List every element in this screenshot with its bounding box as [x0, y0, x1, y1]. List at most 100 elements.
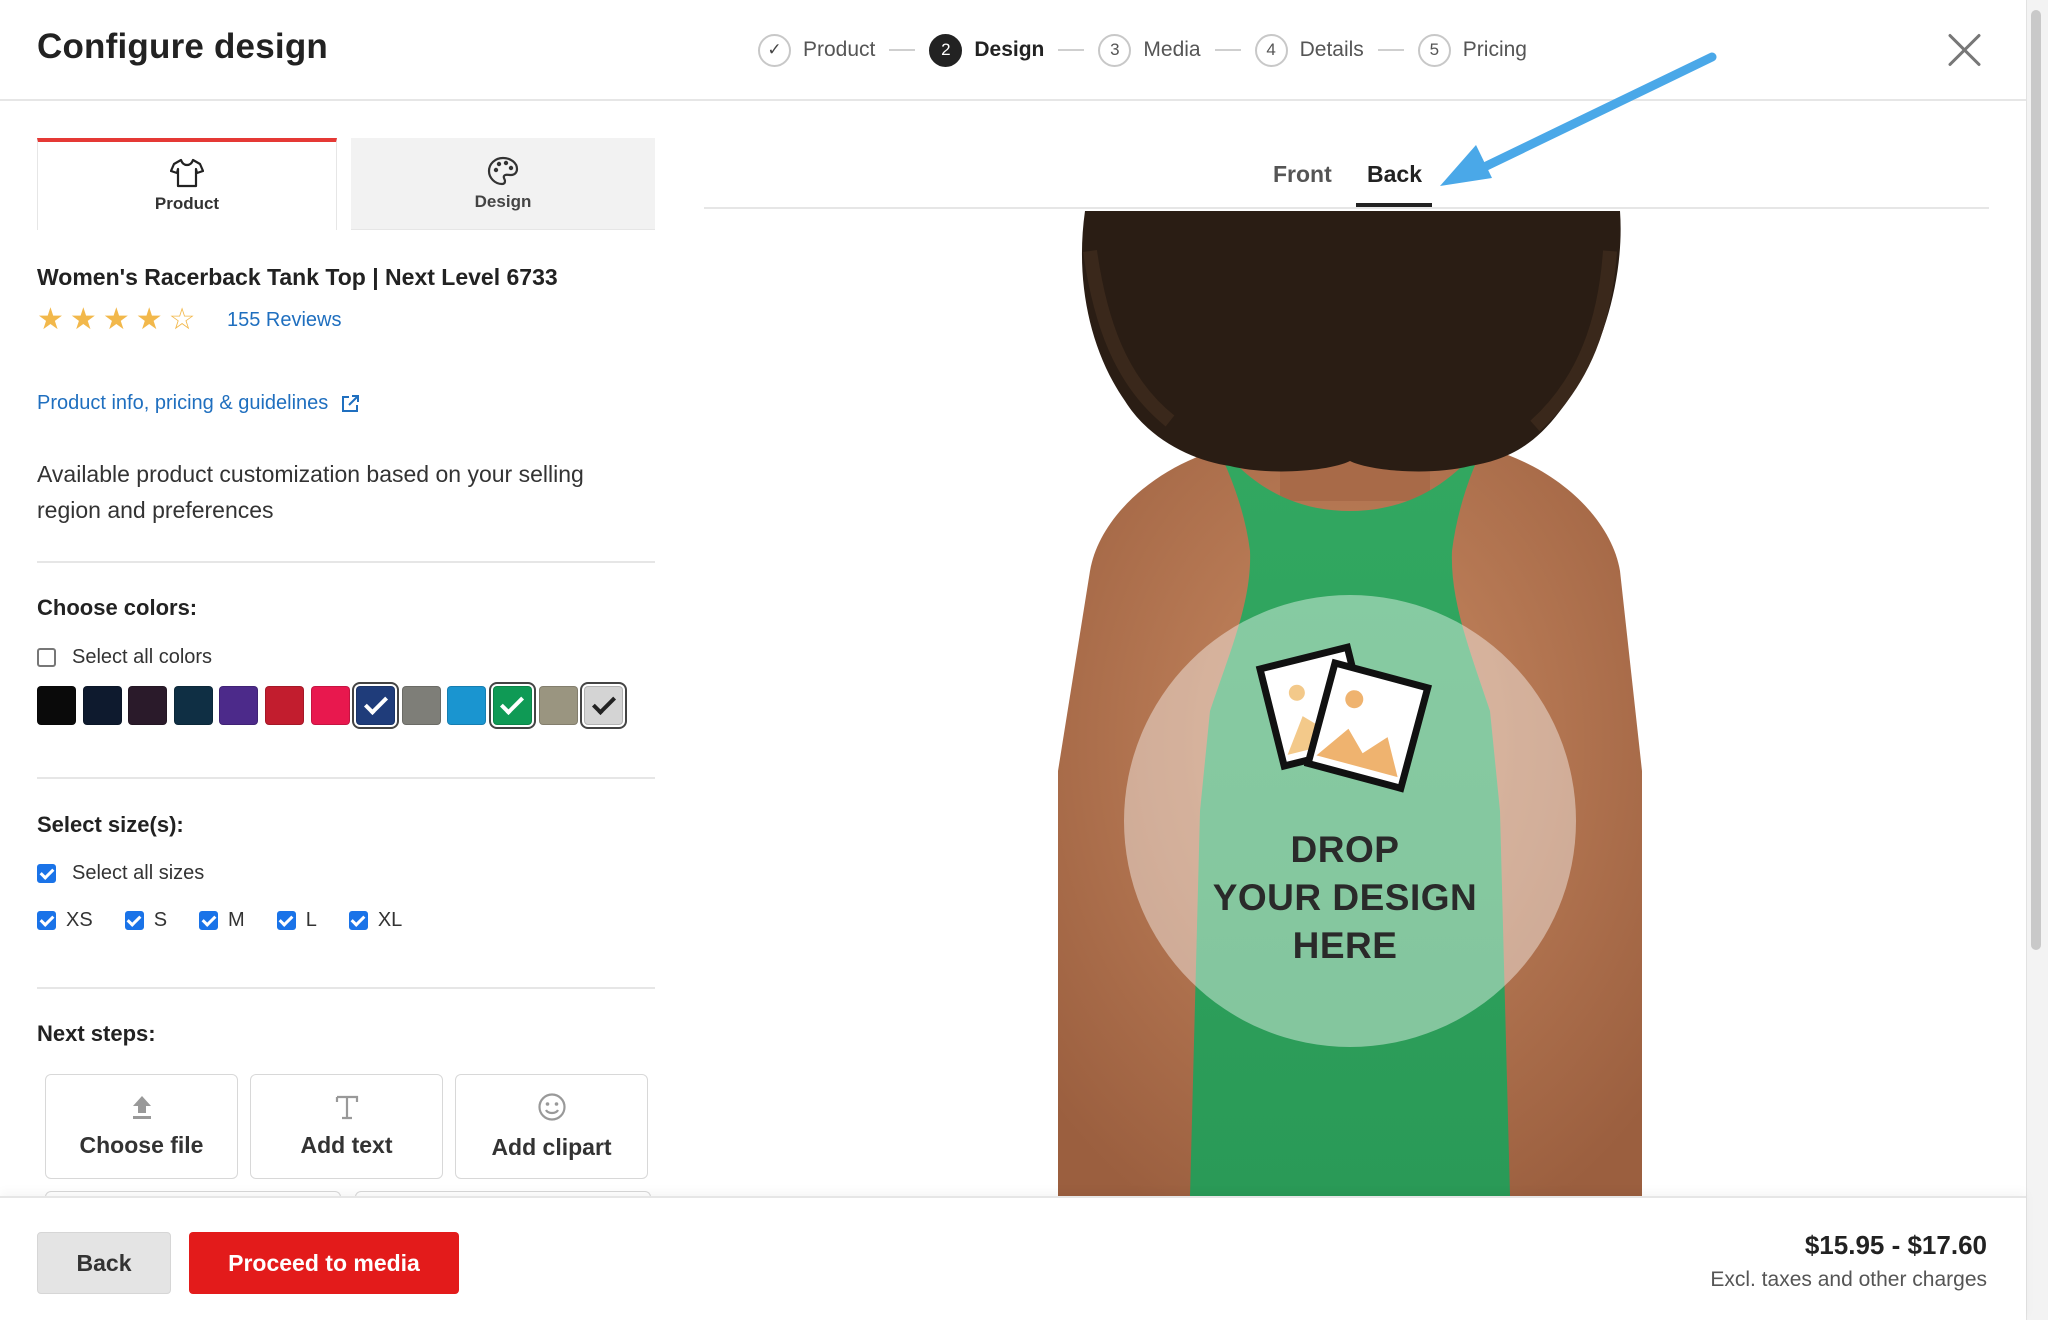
tab-back[interactable]: Back: [1367, 161, 1422, 188]
close-icon[interactable]: [1946, 32, 1982, 68]
divider: [37, 561, 655, 563]
step-check-icon: ✓: [758, 33, 791, 67]
color-swatch-selected[interactable]: [356, 686, 396, 725]
tab-front[interactable]: Front: [1273, 161, 1332, 188]
select-all-sizes[interactable]: Select all sizes: [37, 862, 204, 885]
size-checkbox[interactable]: [37, 911, 56, 930]
divider: [37, 777, 655, 779]
add-clipart-button[interactable]: Add clipart: [455, 1074, 648, 1179]
step-label: Design: [974, 38, 1045, 61]
step-divider: [1377, 49, 1404, 51]
color-swatch[interactable]: [82, 686, 122, 725]
rating-stars: ★ ★ ★ ★ ☆: [37, 304, 202, 336]
divider: [37, 987, 655, 989]
color-swatch[interactable]: [264, 686, 304, 725]
select-all-sizes-label: Select all sizes: [72, 862, 205, 884]
size-s[interactable]: S: [124, 909, 168, 932]
color-swatch[interactable]: [538, 686, 578, 725]
color-swatch-selected[interactable]: [584, 686, 624, 725]
color-swatch[interactable]: [37, 686, 76, 725]
step-design[interactable]: 2 Design: [929, 33, 1045, 67]
price-note: Excl. taxes and other charges: [1710, 1268, 1987, 1291]
tab-label: Product: [154, 194, 220, 213]
scrollbar-thumb[interactable]: [2031, 10, 2041, 950]
external-link-icon: [342, 394, 360, 412]
tab-label: Design: [474, 191, 532, 211]
star-filled-icon: ★: [37, 303, 64, 336]
product-name: Women's Racerback Tank Top | Next Level …: [37, 264, 558, 290]
palette-icon: [487, 156, 519, 185]
dropzone-line: HERE: [1292, 925, 1398, 966]
star-filled-icon: ★: [135, 303, 163, 336]
back-button[interactable]: Back: [37, 1232, 171, 1294]
size-checkbox[interactable]: [276, 911, 296, 930]
product-mockup: [1058, 211, 1642, 1196]
reviews-link[interactable]: 155 Reviews: [227, 309, 342, 332]
step-label: Media: [1143, 38, 1201, 61]
annotation-arrow-icon: [1440, 52, 1717, 186]
check-icon: [363, 690, 388, 715]
size-checkbox[interactable]: [124, 911, 144, 930]
step-label: Product: [803, 38, 876, 61]
tab-product[interactable]: Product: [37, 138, 337, 230]
step-divider: [889, 49, 916, 51]
check-icon: [591, 690, 616, 715]
footer: Back Proceed to media $15.95 - $17.60 Ex…: [0, 1196, 2026, 1320]
color-swatch-selected[interactable]: [492, 686, 532, 725]
product-info-link[interactable]: Product info, pricing & guidelines: [37, 392, 360, 415]
step-number: 2: [929, 33, 963, 67]
next-steps-actions: Choose file Add text Add clipart: [45, 1074, 655, 1179]
page-title: Configure design: [37, 27, 328, 66]
choose-file-button[interactable]: Choose file: [45, 1074, 238, 1179]
panel-tabs: Product Design: [37, 138, 655, 230]
tshirt-icon: [170, 158, 204, 188]
dropzone-line: DROP: [1290, 829, 1400, 870]
dropzone-line: YOUR DESIGN: [1212, 877, 1478, 918]
size-label: L: [305, 909, 317, 931]
star-filled-icon: ★: [69, 303, 97, 336]
color-swatch[interactable]: [219, 686, 259, 725]
color-swatch[interactable]: [173, 686, 213, 725]
color-swatch[interactable]: [310, 686, 350, 725]
product-info-link-label: Product info, pricing & guidelines: [37, 392, 329, 414]
text-icon: [335, 1095, 358, 1120]
color-swatch[interactable]: [128, 686, 168, 725]
choose-file-label: Choose file: [79, 1132, 204, 1158]
color-swatch[interactable]: [401, 686, 441, 725]
size-options: XS S M L XL: [37, 909, 434, 932]
size-xl[interactable]: XL: [348, 909, 403, 932]
step-product[interactable]: ✓ Product: [758, 33, 876, 67]
step-divider: [1058, 49, 1085, 51]
step-details[interactable]: 4 Details: [1254, 33, 1364, 67]
step-number: 4: [1254, 33, 1288, 67]
select-all-colors-checkbox[interactable]: [37, 648, 56, 667]
size-label: XS: [66, 909, 93, 931]
tab-design[interactable]: Design: [351, 138, 655, 230]
active-tab-indicator: [1356, 203, 1432, 207]
color-swatch[interactable]: [447, 686, 487, 725]
smiley-icon: [537, 1093, 566, 1121]
size-l[interactable]: L: [276, 909, 317, 932]
next-steps-title: Next steps:: [37, 1021, 156, 1046]
proceed-button[interactable]: Proceed to media: [189, 1232, 459, 1294]
select-all-sizes-checkbox[interactable]: [37, 864, 56, 883]
color-swatches: [37, 686, 630, 725]
upload-icon: [132, 1096, 151, 1119]
price-range: $15.95 - $17.60: [1804, 1230, 1987, 1260]
size-label: S: [153, 909, 168, 931]
size-checkbox[interactable]: [348, 911, 368, 930]
view-tabs: Front Back: [704, 101, 1989, 209]
design-dropzone[interactable]: DROP YOUR DESIGN HERE: [1120, 826, 1570, 970]
size-m[interactable]: M: [199, 909, 245, 932]
size-label: M: [228, 909, 245, 931]
colors-title: Choose colors:: [37, 595, 198, 620]
star-filled-icon: ★: [102, 303, 130, 336]
size-checkbox[interactable]: [199, 911, 219, 930]
header: Configure design ✓ Product 2 Design 3 Me…: [0, 0, 2026, 101]
add-text-button[interactable]: Add text: [250, 1074, 443, 1179]
size-xs[interactable]: XS: [37, 909, 93, 932]
size-label: XL: [377, 909, 403, 931]
select-all-colors[interactable]: Select all colors: [37, 646, 212, 669]
step-media[interactable]: 3 Media: [1098, 33, 1201, 67]
star-empty-icon: ☆: [168, 303, 196, 336]
